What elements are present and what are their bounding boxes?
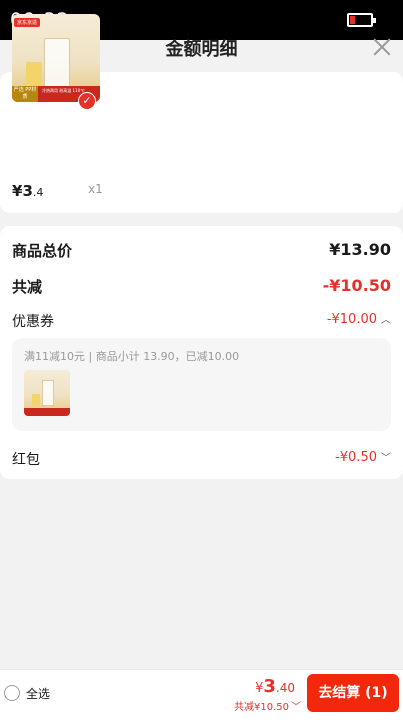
check-icon[interactable]: ✓ [78, 92, 96, 110]
product-thumb-tag: 京东京造 [14, 18, 41, 27]
battery-icon [347, 13, 376, 27]
bottom-price-int: 3 [263, 676, 276, 697]
redpack-label: 红包 [12, 452, 40, 468]
total-row: 商品总价 ¥13.90 [12, 240, 391, 264]
glass-shape [26, 62, 42, 86]
redpack-row[interactable]: 红包 -¥0.50 ﹀ [12, 449, 391, 473]
reduce-label: 共减 [12, 278, 43, 296]
bottom-bar: 全选 ¥3.40 共减¥10.50 ﹀ 去结算 (1) [0, 669, 403, 726]
reduce-row: 共减 -¥10.50 [12, 276, 391, 300]
product-thumb-badge-right: 冷热两用 耐高温 110℃ [42, 88, 85, 93]
redpack-value: -¥0.50 [335, 450, 377, 465]
total-label: 商品总价 [12, 242, 73, 260]
radio-icon[interactable] [4, 685, 20, 701]
reduce-value: -¥10.50 [322, 276, 391, 295]
product-image[interactable]: 京东京造 严选 PP材质 冷热两用 耐高温 110℃ [12, 14, 100, 102]
product-price: ¥3.4 [12, 182, 43, 200]
bottom-total-price: ¥3.40 [255, 676, 295, 697]
bottom-price-dec: .40 [275, 681, 295, 695]
chevron-down-icon[interactable]: ﹀ [291, 698, 301, 713]
checkout-button[interactable]: 去结算 (1) [307, 674, 399, 712]
coupon-detail-box: 满11减10元 | 商品小计 13.90，已减10.00 [12, 338, 391, 431]
coupon-row[interactable]: 优惠券 -¥10.00 ︿ [12, 311, 391, 335]
coupon-label: 优惠券 [12, 314, 54, 330]
select-all-label: 全选 [26, 687, 51, 701]
product-price-symbol: ¥ [12, 182, 23, 200]
product-price-dec: .4 [32, 186, 44, 199]
redpack-value-wrap: -¥0.50 ﹀ [335, 449, 391, 465]
coupon-thumb-banner [24, 408, 70, 416]
total-value: ¥13.90 [329, 240, 391, 259]
close-icon[interactable] [369, 34, 395, 60]
chevron-up-icon[interactable]: ︿ [381, 311, 391, 326]
coupon-description: 满11减10元 | 商品小计 13.90，已减10.00 [24, 350, 240, 363]
product-price-int: 3 [22, 182, 33, 200]
product-quantity: x1 [88, 182, 103, 196]
bottom-reduce-toggle[interactable]: 共减¥10.50 ﹀ [234, 698, 301, 713]
glass-shape [32, 394, 40, 406]
product-thumb-badge-left: 严选 PP材质 [12, 86, 38, 102]
coupon-product-image [24, 370, 70, 416]
pitcher-shape [42, 380, 54, 406]
coupon-value-wrap: -¥10.00 ︿ [327, 311, 391, 327]
coupon-value: -¥10.00 [326, 312, 377, 327]
chevron-down-icon[interactable]: ﹀ [381, 449, 391, 464]
pitcher-shape [44, 38, 70, 88]
bottom-reduce-text: 共减¥10.50 [234, 702, 289, 713]
